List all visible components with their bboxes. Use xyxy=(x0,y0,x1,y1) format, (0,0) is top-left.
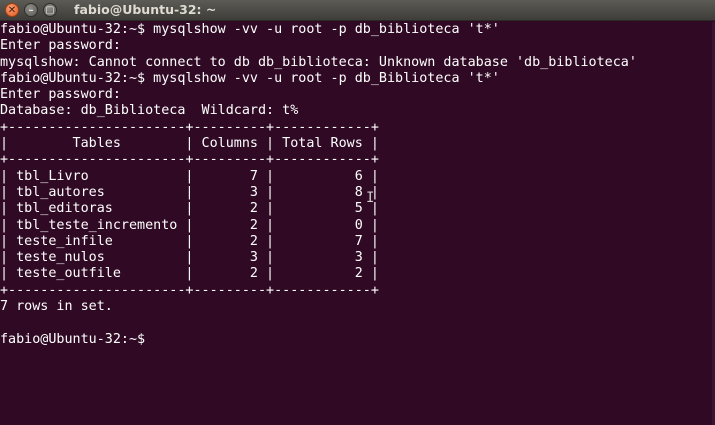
window-title: fabio@Ubuntu-32: ~ xyxy=(74,2,217,17)
table-border: +----------------------+---------+------… xyxy=(0,152,379,168)
terminal-line: fabio@Ubuntu-32:~$ mysqlshow -vv -u root… xyxy=(0,70,500,86)
terminal-line: Enter password: xyxy=(0,87,121,103)
terminal-line: mysqlshow: Cannot connect to db db_bibli… xyxy=(0,54,637,70)
table-row: | teste_nulos | 3 | 3 | xyxy=(0,250,379,266)
table-border: +----------------------+---------+------… xyxy=(0,119,379,135)
terminal-line: Database: db_Biblioteca Wildcard: t% xyxy=(0,103,299,119)
table-header: | Tables | Columns | Total Rows | xyxy=(0,136,379,152)
mouse-cursor-icon: I xyxy=(366,190,375,206)
terminal-line: 7 rows in set. xyxy=(0,299,113,315)
table-row: | teste_infile | 2 | 7 | xyxy=(0,233,379,249)
maximize-icon[interactable]: ▢ xyxy=(43,3,57,17)
table-row: | tbl_Livro | 7 | 6 | xyxy=(0,168,379,184)
table-row: | tbl_editoras | 2 | 5 | xyxy=(0,201,379,217)
table-border: +----------------------+---------+------… xyxy=(0,282,379,298)
terminal-output[interactable]: fabio@Ubuntu-32:~$ mysqlshow -vv -u root… xyxy=(0,22,712,425)
table-row: | teste_outfile | 2 | 2 | xyxy=(0,266,379,282)
prompt-line: fabio@Ubuntu-32:~$ xyxy=(0,331,146,347)
minimize-icon[interactable]: – xyxy=(24,3,38,17)
table-row: | tbl_autores | 3 | 8 | xyxy=(0,184,379,200)
close-icon[interactable]: ✕ xyxy=(5,3,19,17)
title-bar[interactable]: ✕ – ▢ fabio@Ubuntu-32: ~ xyxy=(0,0,715,21)
terminal-line: Enter password: xyxy=(0,38,121,54)
terminal-window: ✕ – ▢ fabio@Ubuntu-32: ~ fabio@Ubuntu-32… xyxy=(0,0,715,425)
terminal-line: fabio@Ubuntu-32:~$ mysqlshow -vv -u root… xyxy=(0,22,500,37)
table-row: | tbl_teste_incremento | 2 | 0 | xyxy=(0,217,379,233)
